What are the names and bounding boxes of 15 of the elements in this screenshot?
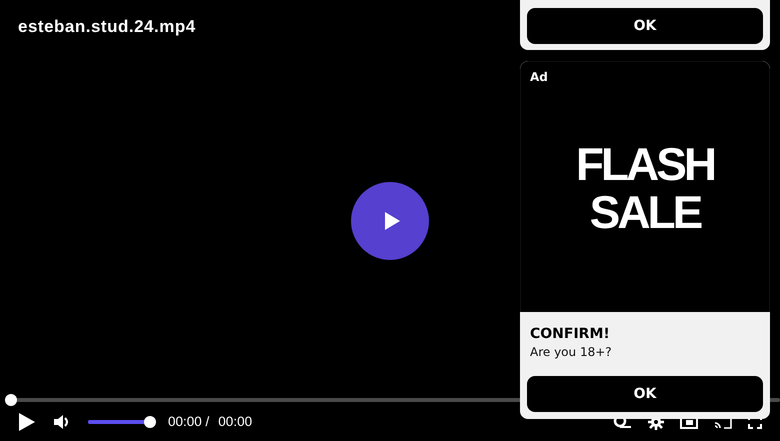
current-time: 00:00 / bbox=[168, 414, 210, 429]
play-icon[interactable] bbox=[18, 412, 36, 432]
banner-text: FLASH bbox=[576, 140, 714, 188]
dialog-message: Are you 18+? bbox=[529, 344, 613, 359]
banner-text: SALE bbox=[590, 188, 700, 236]
play-icon bbox=[383, 211, 401, 231]
video-title: esteban.stud.24.mp4 bbox=[18, 17, 196, 37]
ad-label: Ad bbox=[530, 70, 548, 84]
volume-icon[interactable] bbox=[53, 414, 71, 430]
total-time: 00:00 bbox=[218, 414, 252, 429]
ok-button[interactable]: OK bbox=[527, 376, 763, 412]
volume-thumb[interactable] bbox=[144, 416, 156, 428]
dialog-heading: CONFIRM! bbox=[529, 326, 611, 342]
progress-thumb[interactable] bbox=[5, 394, 17, 406]
ok-button[interactable]: OK bbox=[527, 8, 763, 44]
